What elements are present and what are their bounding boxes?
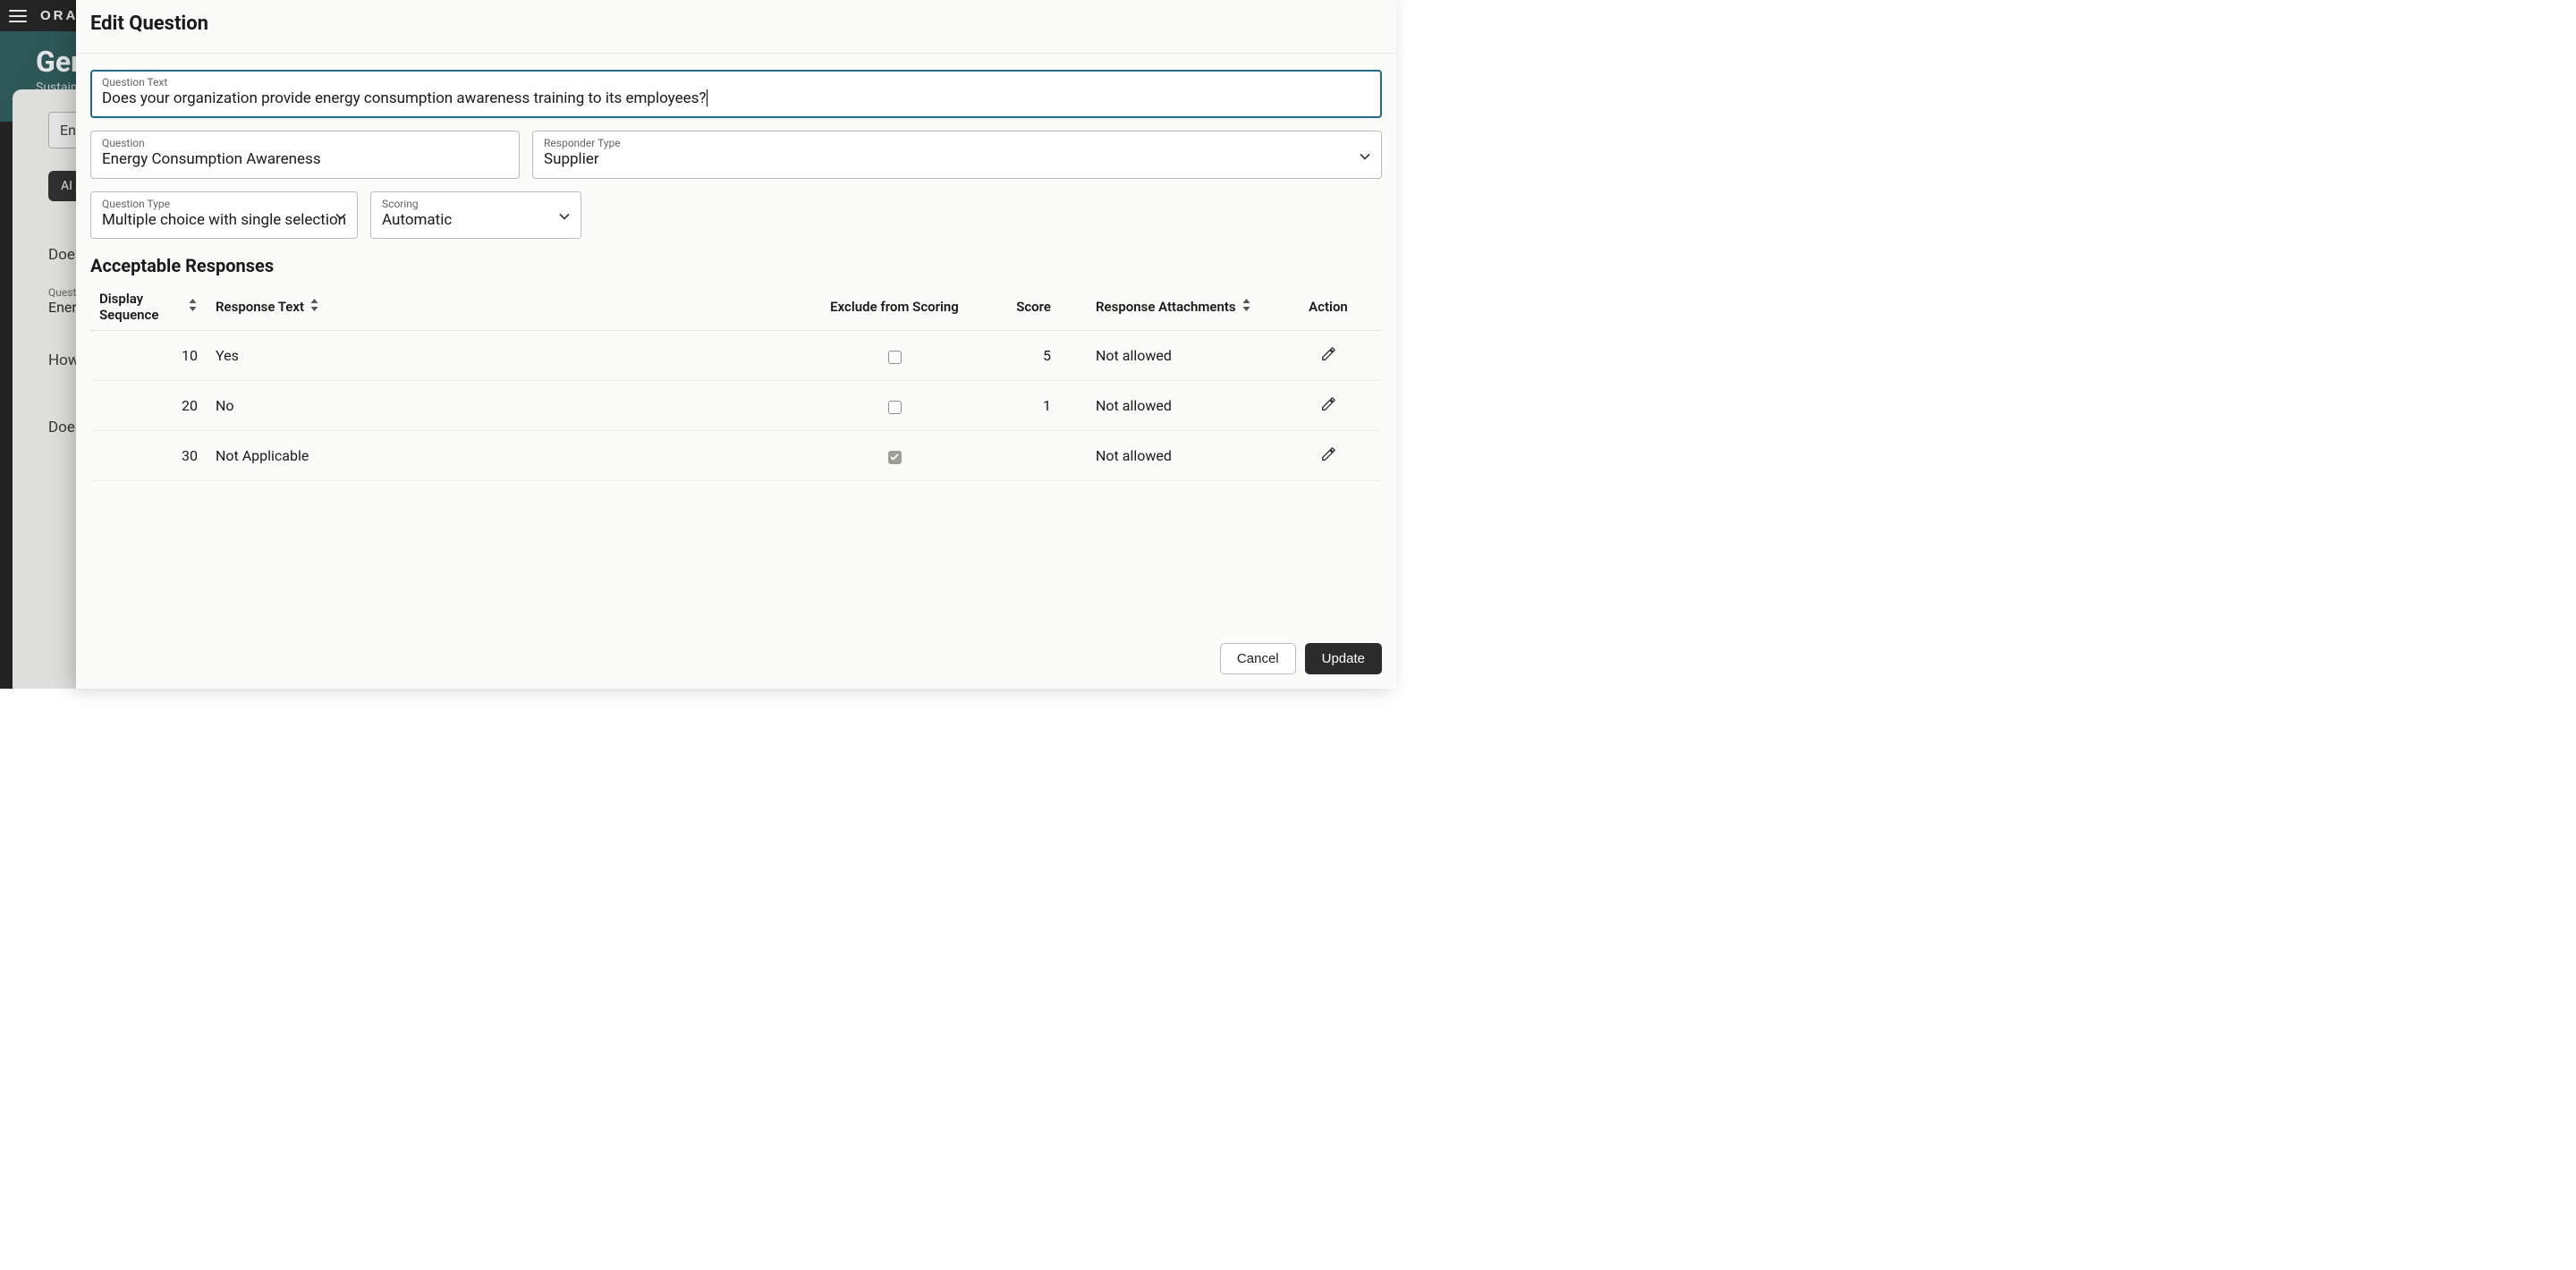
modal-body: Question Text Does your organization pro… — [76, 54, 1396, 632]
sort-icon[interactable] — [309, 299, 319, 315]
cell-exclude — [809, 381, 979, 431]
cancel-button[interactable]: Cancel — [1220, 643, 1296, 674]
question-field[interactable]: Question Energy Consumption Awareness — [90, 131, 520, 179]
col-header-sequence[interactable]: Display Sequence — [90, 284, 207, 331]
question-text-field[interactable]: Question Text Does your organization pro… — [90, 70, 1382, 118]
cell-response-text: Not Applicable — [207, 431, 809, 481]
exclude-checkbox[interactable] — [888, 401, 902, 414]
cell-exclude — [809, 431, 979, 481]
col-header-response-text[interactable]: Response Text — [207, 284, 809, 331]
edit-row-button[interactable] — [1317, 343, 1340, 368]
responder-type-field[interactable]: Responder Type Supplier — [532, 131, 1382, 179]
cell-exclude — [809, 331, 979, 381]
sort-icon[interactable] — [1241, 299, 1251, 315]
scoring-select[interactable]: Automatic — [382, 210, 570, 232]
question-input[interactable]: Energy Consumption Awareness — [102, 149, 508, 171]
question-type-select[interactable]: Multiple choice with single selection — [102, 210, 346, 232]
acceptable-responses-heading: Acceptable Responses — [90, 255, 1382, 276]
cell-sequence: 20 — [90, 381, 207, 431]
question-type-field[interactable]: Question Type Multiple choice with singl… — [90, 191, 358, 240]
cell-score — [979, 431, 1087, 481]
cell-attachments: Not allowed — [1087, 331, 1275, 381]
table-row: 30Not Applicable Not allowed — [90, 431, 1382, 481]
cell-action — [1275, 331, 1382, 381]
table-header-row: Display Sequence Response Text — [90, 284, 1382, 331]
cell-score: 5 — [979, 331, 1087, 381]
question-text-label: Question Text — [102, 76, 1370, 89]
responder-type-select[interactable]: Supplier — [544, 149, 1370, 171]
modal-title: Edit Question — [90, 13, 1382, 35]
edit-row-button[interactable] — [1317, 443, 1340, 469]
question-label: Question — [102, 137, 508, 149]
col-header-exclude: Exclude from Scoring — [809, 284, 979, 331]
edit-question-modal: Edit Question Question Text Does your or… — [76, 0, 1396, 689]
cell-score: 1 — [979, 381, 1087, 431]
modal-footer: Cancel Update — [76, 632, 1396, 689]
table-row: 10Yes 5Not allowed — [90, 331, 1382, 381]
pencil-icon — [1320, 402, 1336, 415]
question-text-input[interactable]: Does your organization provide energy co… — [102, 89, 1370, 110]
dropdown-icon — [559, 207, 570, 224]
scoring-label: Scoring — [382, 198, 570, 210]
cell-sequence: 30 — [90, 431, 207, 481]
cell-response-text: Yes — [207, 331, 809, 381]
cell-response-text: No — [207, 381, 809, 431]
cell-attachments: Not allowed — [1087, 431, 1275, 481]
col-header-action: Action — [1275, 284, 1382, 331]
cell-sequence: 10 — [90, 331, 207, 381]
responder-type-label: Responder Type — [544, 137, 1370, 149]
scoring-field[interactable]: Scoring Automatic — [370, 191, 581, 240]
pencil-icon — [1320, 351, 1336, 365]
question-type-label: Question Type — [102, 198, 346, 210]
responses-table: Display Sequence Response Text — [90, 284, 1382, 481]
sort-icon[interactable] — [188, 299, 198, 315]
cell-action — [1275, 431, 1382, 481]
cell-attachments: Not allowed — [1087, 381, 1275, 431]
exclude-checkbox[interactable] — [888, 351, 902, 364]
exclude-checkbox[interactable] — [888, 451, 902, 464]
update-button[interactable]: Update — [1305, 643, 1382, 674]
dropdown-icon — [1360, 146, 1370, 163]
edit-row-button[interactable] — [1317, 393, 1340, 419]
pencil-icon — [1320, 452, 1336, 465]
table-row: 20No 1Not allowed — [90, 381, 1382, 431]
cell-action — [1275, 381, 1382, 431]
modal-header: Edit Question — [76, 0, 1396, 54]
col-header-score: Score — [979, 284, 1087, 331]
col-header-attachments[interactable]: Response Attachments — [1087, 284, 1275, 331]
dropdown-icon — [335, 207, 346, 224]
